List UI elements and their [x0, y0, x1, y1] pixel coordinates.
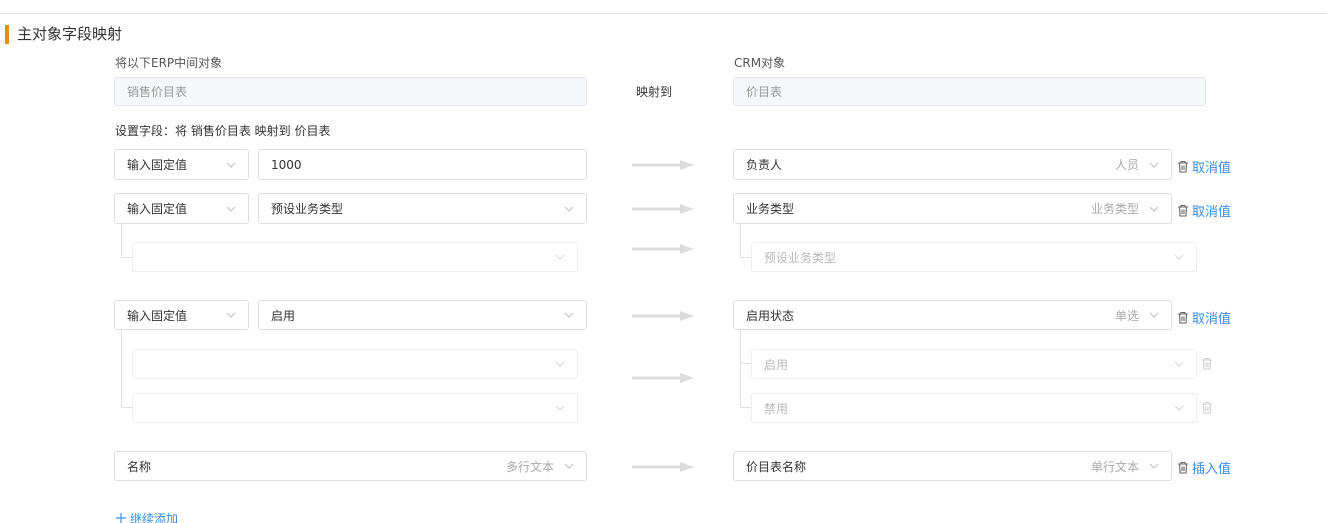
row4-target-hint: 单行文本: [1090, 459, 1139, 474]
row2-value-select[interactable]: 预设业务类型: [258, 193, 587, 224]
tree-connector: [121, 407, 132, 408]
arrow-right-icon: [632, 461, 694, 472]
chevron-down-icon: [1174, 254, 1184, 260]
chevron-down-icon: [555, 254, 565, 260]
row2-type-value: 输入固定值: [127, 202, 188, 216]
chevron-down-icon: [1149, 206, 1159, 212]
row3-sub-left-select-2[interactable]: [132, 393, 578, 423]
row1-value-input[interactable]: 1000: [258, 149, 587, 180]
chevron-down-icon: [564, 463, 574, 469]
chevron-down-icon: [1149, 463, 1159, 469]
erp-object-label: 将以下ERP中间对象: [115, 56, 223, 70]
row2-action-label: 取消值: [1192, 205, 1232, 220]
add-more-label: 继续添加: [130, 512, 179, 523]
crm-object-input[interactable]: 价目表: [733, 77, 1206, 106]
trash-icon: [1177, 311, 1189, 324]
trash-icon: [1177, 204, 1189, 217]
row4-insert-value-button[interactable]: 插入值: [1177, 458, 1231, 477]
crm-object-label: CRM对象: [734, 56, 786, 70]
crm-object-value: 价目表: [746, 85, 783, 99]
tree-connector: [121, 224, 122, 257]
tree-connector: [740, 224, 741, 257]
row1-target-select[interactable]: 负责人 人员: [733, 149, 1172, 180]
erp-object-value: 销售价目表: [127, 85, 188, 99]
row1-type-value: 输入固定值: [127, 158, 188, 172]
section-accent-bar: [5, 25, 9, 44]
chevron-down-icon: [555, 405, 565, 411]
row4-action-label: 插入值: [1192, 462, 1232, 477]
chevron-down-icon: [564, 206, 574, 212]
trash-icon: [1177, 461, 1189, 474]
row3-sub-left-select-1[interactable]: [132, 349, 578, 379]
arrow-right-icon: [632, 159, 694, 170]
erp-object-input[interactable]: 销售价目表: [114, 77, 587, 106]
row1-action-label: 取消值: [1192, 161, 1232, 176]
row3-sub-right-value-1: 启用: [764, 357, 789, 372]
row3-cancel-value-button[interactable]: 取消值: [1177, 308, 1231, 327]
section-title: 主对象字段映射: [17, 25, 123, 43]
chevron-down-icon: [226, 206, 236, 212]
row2-sub-right-value: 预设业务类型: [764, 250, 837, 265]
tree-connector: [740, 330, 741, 407]
tree-connector: [121, 257, 132, 258]
row4-field-hint: 多行文本: [505, 459, 554, 474]
chevron-down-icon: [1174, 405, 1184, 411]
chevron-down-icon: [564, 312, 574, 318]
row1-type-select[interactable]: 输入固定值: [114, 149, 249, 180]
chevron-down-icon: [226, 162, 236, 168]
arrow-right-icon: [632, 243, 694, 254]
row1-cancel-value-button[interactable]: 取消值: [1177, 157, 1231, 176]
maps-to-label: 映射到: [636, 85, 673, 99]
row1-target-hint: 人员: [1114, 158, 1139, 172]
trash-icon[interactable]: [1201, 357, 1213, 370]
row4-target-value: 价目表名称: [746, 459, 807, 474]
row3-action-label: 取消值: [1192, 312, 1232, 327]
chevron-down-icon: [555, 361, 565, 367]
arrow-right-icon: [632, 310, 694, 321]
row3-target-select[interactable]: 启用状态 单选: [733, 300, 1172, 330]
top-divider: [0, 13, 1327, 14]
arrow-right-icon: [632, 372, 694, 383]
row2-target-value: 业务类型: [746, 202, 795, 216]
row3-type-select[interactable]: 输入固定值: [114, 300, 249, 330]
chevron-down-icon: [1149, 312, 1159, 318]
row3-target-value: 启用状态: [746, 308, 795, 323]
row4-field-select[interactable]: 名称 多行文本: [114, 451, 587, 481]
row2-cancel-value-button[interactable]: 取消值: [1177, 201, 1231, 220]
arrow-right-icon: [632, 203, 694, 214]
add-more-button[interactable]: 继续添加: [116, 510, 178, 523]
chevron-down-icon: [1149, 162, 1159, 168]
row4-target-select[interactable]: 价目表名称 单行文本: [733, 451, 1172, 481]
trash-icon: [1177, 160, 1189, 173]
row3-value-select[interactable]: 启用: [258, 300, 587, 330]
row2-target-hint: 业务类型: [1090, 202, 1139, 216]
tree-connector: [740, 257, 751, 258]
row2-sub-right-select[interactable]: 预设业务类型: [751, 242, 1197, 272]
row3-sub-right-value-2: 禁用: [764, 401, 789, 416]
row3-sub-right-select-2[interactable]: 禁用: [751, 393, 1197, 423]
row3-target-hint: 单选: [1114, 308, 1139, 323]
row2-type-select[interactable]: 输入固定值: [114, 193, 249, 224]
row2-target-select[interactable]: 业务类型 业务类型: [733, 193, 1172, 224]
row3-sub-right-select-1[interactable]: 启用: [751, 349, 1197, 379]
row4-field-value: 名称: [127, 459, 152, 474]
row1-target-value: 负责人: [746, 158, 783, 172]
tree-connector: [121, 330, 122, 407]
row2-sub-left-select[interactable]: [132, 242, 578, 272]
plus-icon: [116, 512, 126, 523]
row1-value: 1000: [271, 157, 302, 172]
chevron-down-icon: [226, 312, 236, 318]
tree-connector: [740, 363, 751, 364]
row2-value: 预设业务类型: [271, 202, 344, 216]
tree-connector: [740, 407, 751, 408]
chevron-down-icon: [1174, 361, 1184, 367]
settings-label: 设置字段：将 销售价目表 映射到 价目表: [115, 124, 331, 138]
trash-icon[interactable]: [1201, 401, 1213, 414]
row3-value: 启用: [271, 308, 296, 323]
row3-type-value: 输入固定值: [127, 308, 188, 323]
